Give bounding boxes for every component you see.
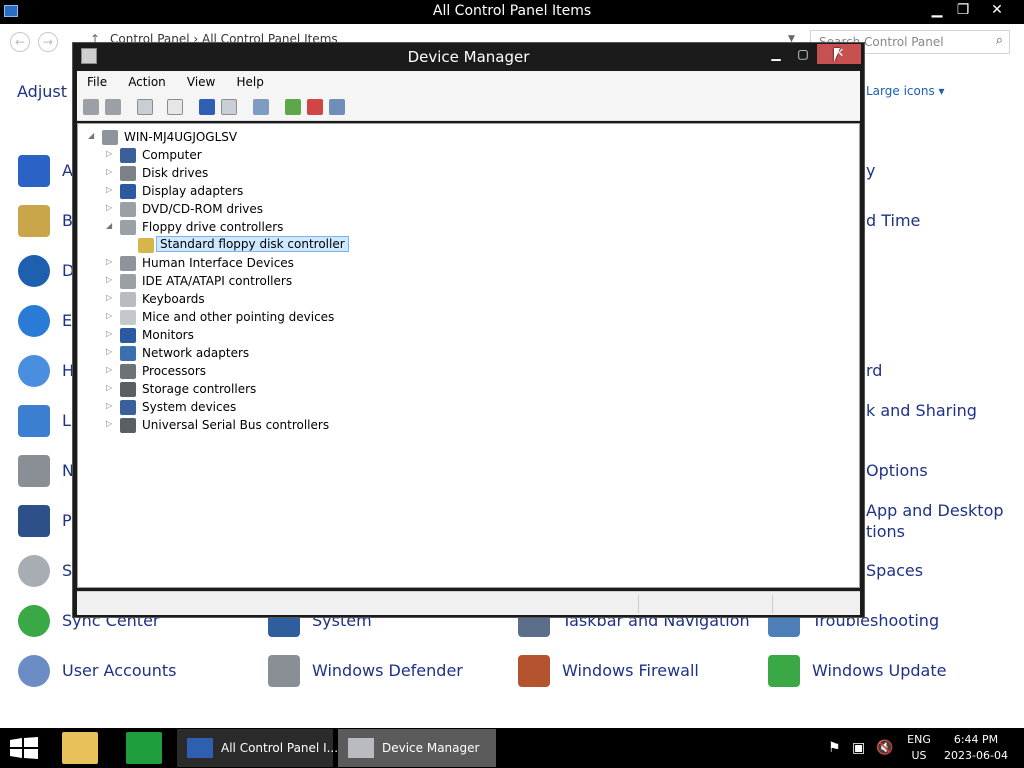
cp-restore-button[interactable]: ❐ xyxy=(948,0,978,22)
language-icon xyxy=(18,405,50,437)
mouse-icon xyxy=(120,310,136,325)
view-by-dropdown[interactable]: Large icons ▾ xyxy=(866,84,945,98)
expand-arrow-icon[interactable]: ▷ xyxy=(106,419,116,428)
uninstall-icon[interactable] xyxy=(307,99,323,115)
personalization-icon xyxy=(18,505,50,537)
input-language-indicator[interactable]: ENG US xyxy=(902,733,936,762)
expand-arrow-icon[interactable]: ▷ xyxy=(106,257,116,266)
update-driver-icon[interactable] xyxy=(285,99,301,115)
taskbar-button-control-panel[interactable]: All Control Panel I... xyxy=(177,729,338,767)
firewall-icon xyxy=(518,655,550,687)
menu-help[interactable]: Help xyxy=(226,72,269,89)
cp-close-button[interactable]: ✕ xyxy=(982,0,1012,22)
display-adapter-icon xyxy=(120,184,136,199)
action-center-flag-icon[interactable]: ⚑ xyxy=(828,740,841,756)
dvd-drive-icon xyxy=(120,202,136,217)
defender-icon xyxy=(268,655,300,687)
keyboard-icon xyxy=(120,292,136,307)
processor-icon xyxy=(120,364,136,379)
monitor-icon xyxy=(120,328,136,343)
expand-arrow-icon[interactable]: ▷ xyxy=(106,185,116,194)
floppy-warning-icon xyxy=(138,238,154,253)
region-code: US xyxy=(911,749,927,762)
back-button[interactable]: ← xyxy=(10,32,30,52)
expand-arrow-icon[interactable]: ▷ xyxy=(106,311,116,320)
collapse-arrow-icon[interactable]: ◢ xyxy=(88,131,98,140)
mouse-cursor-icon xyxy=(834,48,840,62)
disable-device-icon[interactable] xyxy=(329,99,345,115)
update-icon xyxy=(768,655,800,687)
expand-arrow-icon[interactable]: ▷ xyxy=(106,167,116,176)
volume-muted-icon[interactable]: 🔇 xyxy=(876,740,893,756)
flag-icon xyxy=(18,155,50,187)
taskbar: All Control Panel I... Device Manager ⚑ … xyxy=(0,728,1024,768)
key-icon xyxy=(18,205,50,237)
language-code: ENG xyxy=(907,733,931,746)
computer-icon xyxy=(120,148,136,163)
taskbar-button-device-manager[interactable]: Device Manager xyxy=(338,729,496,767)
dm-minimize-button[interactable]: ▁ xyxy=(763,45,789,65)
scan-hardware-icon[interactable] xyxy=(253,99,269,115)
store-icon[interactable] xyxy=(126,732,162,764)
start-button[interactable] xyxy=(10,737,38,759)
toolbar xyxy=(77,93,860,121)
forward-icon[interactable] xyxy=(105,99,121,115)
menu-file[interactable]: File xyxy=(77,72,113,89)
action-pane-icon[interactable] xyxy=(221,99,237,115)
computer-root-icon xyxy=(102,130,118,145)
expand-arrow-icon[interactable]: ▷ xyxy=(106,293,116,302)
expand-arrow-icon[interactable]: ▷ xyxy=(106,275,116,284)
sync-icon xyxy=(18,605,50,637)
control-panel-icon xyxy=(187,738,213,758)
file-explorer-icon[interactable] xyxy=(62,732,98,764)
ease-of-access-icon xyxy=(18,305,50,337)
globe-icon xyxy=(18,255,50,287)
status-divider xyxy=(638,595,639,613)
menubar: File Action View Help xyxy=(77,71,860,93)
expand-arrow-icon[interactable]: ▷ xyxy=(106,329,116,338)
expand-arrow-icon[interactable]: ▷ xyxy=(106,383,116,392)
expand-arrow-icon[interactable]: ▷ xyxy=(106,401,116,410)
device-manager-titlebar[interactable]: Device Manager ▁ ▢ ✕ xyxy=(73,43,864,71)
help-icon[interactable] xyxy=(199,99,215,115)
network-adapter-icon xyxy=(120,346,136,361)
expand-arrow-icon[interactable]: ▷ xyxy=(106,149,116,158)
ide-controller-icon xyxy=(120,274,136,289)
device-manager-window: Device Manager ▁ ▢ ✕ File Action View He… xyxy=(72,42,865,618)
control-panel-titlebar: All Control Panel Items ▁ ❐ ✕ xyxy=(0,0,1024,24)
search-icon[interactable]: ⌕ xyxy=(996,33,1003,48)
clock-time: 6:44 PM xyxy=(953,733,999,746)
expand-arrow-icon[interactable]: ▷ xyxy=(106,347,116,356)
speaker-icon xyxy=(18,555,50,587)
device-manager-title: Device Manager xyxy=(407,48,530,66)
floppy-controller-icon xyxy=(120,220,136,235)
homegroup-icon xyxy=(18,355,50,387)
usb-icon xyxy=(120,418,136,433)
disk-icon xyxy=(120,166,136,181)
back-icon[interactable] xyxy=(83,99,99,115)
show-hide-console-tree-icon[interactable] xyxy=(137,99,153,115)
clock-date: 2023-06-04 xyxy=(944,749,1008,762)
collapse-arrow-icon[interactable]: ◢ xyxy=(106,221,116,230)
clock[interactable]: 6:44 PM 2023-06-04 xyxy=(940,733,1012,762)
menu-action[interactable]: Action xyxy=(118,72,172,89)
notification-icon xyxy=(18,455,50,487)
properties-icon[interactable] xyxy=(167,99,183,115)
status-bar xyxy=(77,591,860,615)
status-divider xyxy=(772,595,773,613)
expand-arrow-icon[interactable]: ▷ xyxy=(106,365,116,374)
menu-view[interactable]: View xyxy=(177,72,221,89)
users-icon xyxy=(18,655,50,687)
expand-arrow-icon[interactable]: ▷ xyxy=(106,203,116,212)
network-icon[interactable]: ▣ xyxy=(852,740,865,756)
forward-button[interactable]: → xyxy=(38,32,58,52)
hid-icon xyxy=(120,256,136,271)
system-device-icon xyxy=(120,400,136,415)
device-tree[interactable]: ◢ WIN-MJ4UGJOGLSV ▷ Computer ▷ Disk drives… xyxy=(77,123,860,588)
device-manager-icon xyxy=(348,738,374,758)
storage-controller-icon xyxy=(120,382,136,397)
dm-maximize-button[interactable]: ▢ xyxy=(790,45,816,65)
control-panel-title: All Control Panel Items xyxy=(432,3,592,19)
